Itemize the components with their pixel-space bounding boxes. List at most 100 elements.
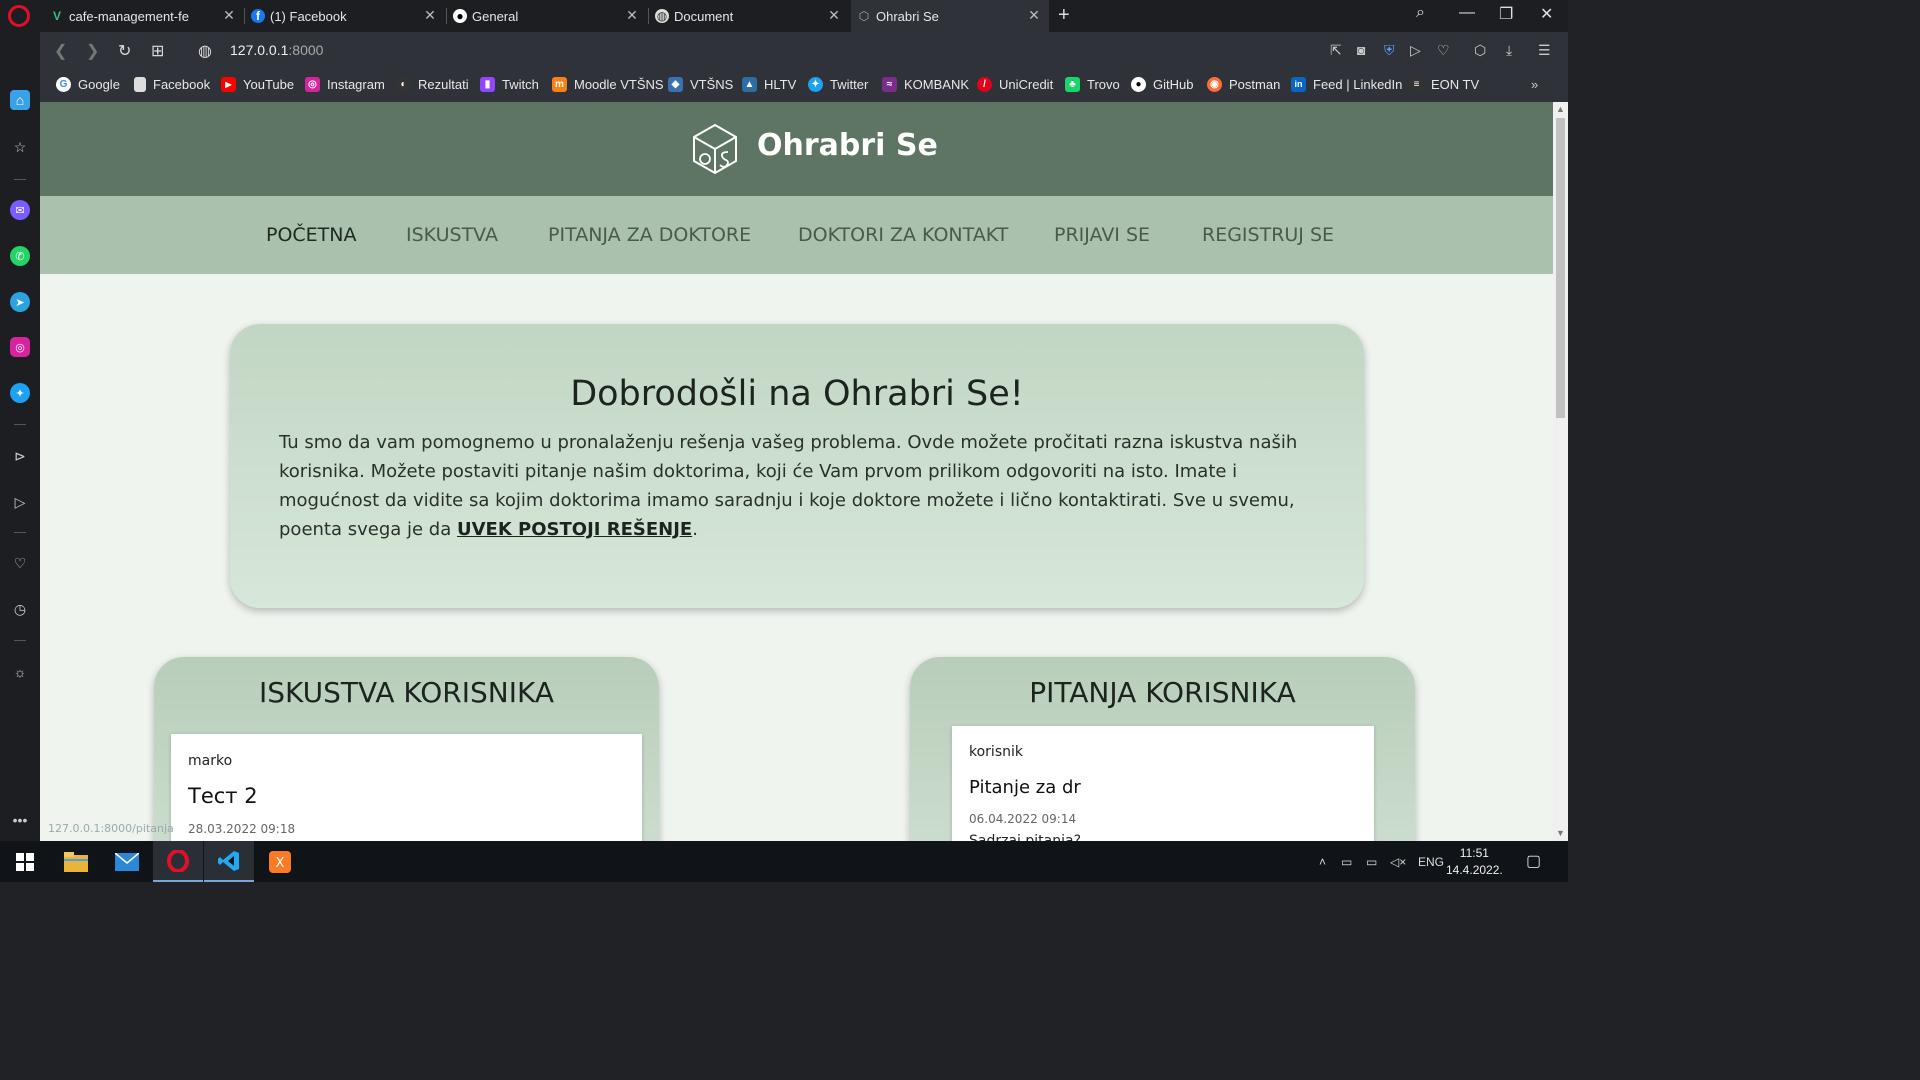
forward-icon[interactable]: ❯ xyxy=(86,41,99,61)
easy-setup-icon[interactable]: ☰ xyxy=(1538,42,1551,59)
history-icon[interactable]: ◷ xyxy=(10,599,30,619)
messenger-icon[interactable]: ✉ xyxy=(10,200,30,220)
bookmark-unicredit[interactable]: / UniCredit xyxy=(977,77,1053,92)
close-tab-icon[interactable]: ✕ xyxy=(423,8,437,22)
tab-document[interactable]: ◍ Document ✕ xyxy=(649,0,849,32)
language-indicator[interactable]: ENG xyxy=(1418,855,1444,869)
opera-icon[interactable] xyxy=(153,841,203,882)
tips-lightbulb-icon[interactable]: ☼ xyxy=(10,662,30,682)
question-post[interactable]: korisnik Pitanje za dr 06.04.2022 09:14 … xyxy=(952,726,1374,841)
twitter-icon[interactable]: ✦ xyxy=(10,383,30,403)
post-title[interactable]: Pitanje za dr xyxy=(969,777,1081,798)
page-scrollbar[interactable]: ▲ ▼ xyxy=(1553,102,1568,841)
address-bar: ❮ ❯ ↻ ⊞ ◍ 127.0.0.1:8000 ⇱ ◙ ⛨ ▷ ♡ ⬡ ⤓ ☰ xyxy=(40,32,1568,70)
bookmark-label: GitHub xyxy=(1153,77,1194,92)
site-info-icon[interactable]: ◍ xyxy=(198,41,212,61)
extensions-cube-icon[interactable]: ⬡ xyxy=(1474,42,1486,59)
bookmark-instagram[interactable]: ◎ Instagram xyxy=(305,77,385,92)
bookmarks-heart-icon[interactable]: ♡ xyxy=(10,553,30,573)
uvek-postoji-resenje-link[interactable]: UVEK POSTOJI REŠENJE xyxy=(457,519,692,540)
bookmark-eon-tv[interactable]: ≡ EON TV xyxy=(1409,77,1479,92)
heart-icon[interactable]: ♡ xyxy=(1437,42,1450,59)
nav-registruj-se[interactable]: REGISTRUJ SE xyxy=(1202,224,1334,246)
volume-muted-icon[interactable]: ◁× xyxy=(1390,855,1406,869)
url-field[interactable]: 127.0.0.1:8000 xyxy=(230,42,323,58)
post-title[interactable]: Тест 2 xyxy=(188,784,258,808)
scroll-up-icon[interactable]: ▲ xyxy=(1556,104,1565,114)
whatsapp-icon[interactable]: ✆ xyxy=(10,246,30,266)
reload-icon[interactable]: ↻ xyxy=(118,41,131,61)
my-flow-icon[interactable]: ☆ xyxy=(10,137,30,157)
snapshot-icon[interactable]: ◙ xyxy=(1357,42,1365,58)
file-explorer-icon[interactable] xyxy=(51,841,101,882)
unicredit-icon: / xyxy=(977,77,992,92)
tab-general[interactable]: ● General ✕ xyxy=(447,0,647,32)
home-icon[interactable]: ⌂ xyxy=(10,90,30,110)
tab-cafe-management[interactable]: V cafe-management-fe ✕ xyxy=(44,0,244,32)
bookmark-label: Facebook xyxy=(153,77,211,92)
minimize-icon[interactable]: — xyxy=(1459,4,1475,22)
bookmark-twitch[interactable]: ▮ Twitch xyxy=(480,77,539,92)
bookmark-github[interactable]: ● GitHub xyxy=(1131,77,1193,92)
battery-icon[interactable]: ▭ xyxy=(1341,855,1352,869)
more-bookmarks-icon[interactable]: » xyxy=(1531,77,1538,92)
vscode-icon[interactable] xyxy=(204,841,254,882)
adblock-shield-icon[interactable]: ⛨ xyxy=(1384,42,1395,59)
bookmark-rezultati[interactable]: ◐ Rezultati xyxy=(396,77,469,92)
bookmark-postman[interactable]: ◉ Postman xyxy=(1207,77,1280,92)
windows-start-icon[interactable] xyxy=(0,841,50,882)
show-hidden-icons-icon[interactable]: ˄ xyxy=(1319,855,1326,869)
xampp-icon[interactable]: X xyxy=(255,841,305,882)
bookmark-vtsns[interactable]: ◆ VTŠNS xyxy=(668,77,733,92)
speed-dial-icon[interactable]: ⊞ xyxy=(151,41,164,61)
tab-title: General xyxy=(472,8,519,24)
send-icon[interactable]: ▷ xyxy=(10,492,30,512)
opera-menu-icon[interactable] xyxy=(8,5,30,27)
bookmark-linkedin[interactable]: in Feed | LinkedIn xyxy=(1291,77,1402,92)
nav-prijavi-se[interactable]: PRIJAVI SE xyxy=(1054,224,1150,246)
mail-icon[interactable] xyxy=(102,841,152,882)
taskbar-clock[interactable]: 11:51 14.4.2022. xyxy=(1446,845,1503,879)
restore-icon[interactable]: ❐ xyxy=(1499,4,1513,24)
bookmark-facebook[interactable]: Facebook xyxy=(134,77,210,92)
player-icon[interactable]: ⊳ xyxy=(10,446,30,466)
scroll-thumb[interactable] xyxy=(1556,118,1565,418)
bookmark-label: VTŠNS xyxy=(690,77,734,92)
send-icon[interactable]: ▷ xyxy=(1410,42,1421,59)
bookmark-moodle[interactable]: m Moodle VTŠNS xyxy=(552,77,664,92)
nav-pocetna[interactable]: POČETNA xyxy=(266,224,357,246)
scroll-down-icon[interactable]: ▼ xyxy=(1556,828,1565,838)
more-options-icon[interactable]: ••• xyxy=(10,810,30,830)
nav-iskustva[interactable]: ISKUSTVA xyxy=(406,224,498,246)
instagram-icon: ◎ xyxy=(305,77,320,92)
close-window-icon[interactable]: ✕ xyxy=(1540,4,1553,24)
bookmark-twitter[interactable]: ✦ Twitter xyxy=(808,77,868,92)
share-icon[interactable]: ⇱ xyxy=(1330,42,1342,59)
experiences-card: ISKUSTVA KORISNIKA marko Тест 2 28.03.20… xyxy=(154,657,659,841)
bookmark-hltv[interactable]: ▲ HLTV xyxy=(742,77,796,92)
close-tab-icon[interactable]: ✕ xyxy=(827,8,841,22)
tab-title: (1) Facebook xyxy=(270,8,347,24)
nav-pitanja-za-doktore[interactable]: PITANJA ZA DOKTORE xyxy=(548,224,751,246)
nav-doktori-za-kontakt[interactable]: DOKTORI ZA KONTAKT xyxy=(798,224,1008,246)
download-icon[interactable]: ⤓ xyxy=(1506,42,1512,59)
experience-post[interactable]: marko Тест 2 28.03.2022 09:18 xyxy=(171,734,642,841)
tab-facebook[interactable]: f (1) Facebook ✕ xyxy=(245,0,445,32)
bookmark-google[interactable]: G Google xyxy=(56,77,120,92)
instagram-icon[interactable]: ◎ xyxy=(10,337,30,357)
search-tabs-icon[interactable]: ⌕ xyxy=(1416,4,1425,22)
close-tab-icon[interactable]: ✕ xyxy=(1027,8,1041,22)
bookmark-youtube[interactable]: ▶ YouTube xyxy=(221,77,294,92)
close-tab-icon[interactable]: ✕ xyxy=(222,8,236,22)
bookmark-trovo[interactable]: ♣ Trovo xyxy=(1065,77,1120,92)
notifications-icon[interactable]: ▢ xyxy=(1526,851,1541,871)
tab-ohrabri-se[interactable]: ⬡ Ohrabri Se ✕ xyxy=(851,0,1049,32)
close-tab-icon[interactable]: ✕ xyxy=(625,8,639,22)
bookmark-kombank[interactable]: ≈ KOMBANK xyxy=(882,77,969,92)
new-tab-icon[interactable]: + xyxy=(1058,4,1070,27)
network-icon[interactable]: ▭ xyxy=(1366,855,1377,869)
back-icon[interactable]: ❮ xyxy=(54,41,67,61)
site-logo-cube-icon[interactable] xyxy=(692,123,738,175)
telegram-icon[interactable]: ➤ xyxy=(10,292,30,312)
site-title[interactable]: Ohrabri Se xyxy=(757,128,938,163)
